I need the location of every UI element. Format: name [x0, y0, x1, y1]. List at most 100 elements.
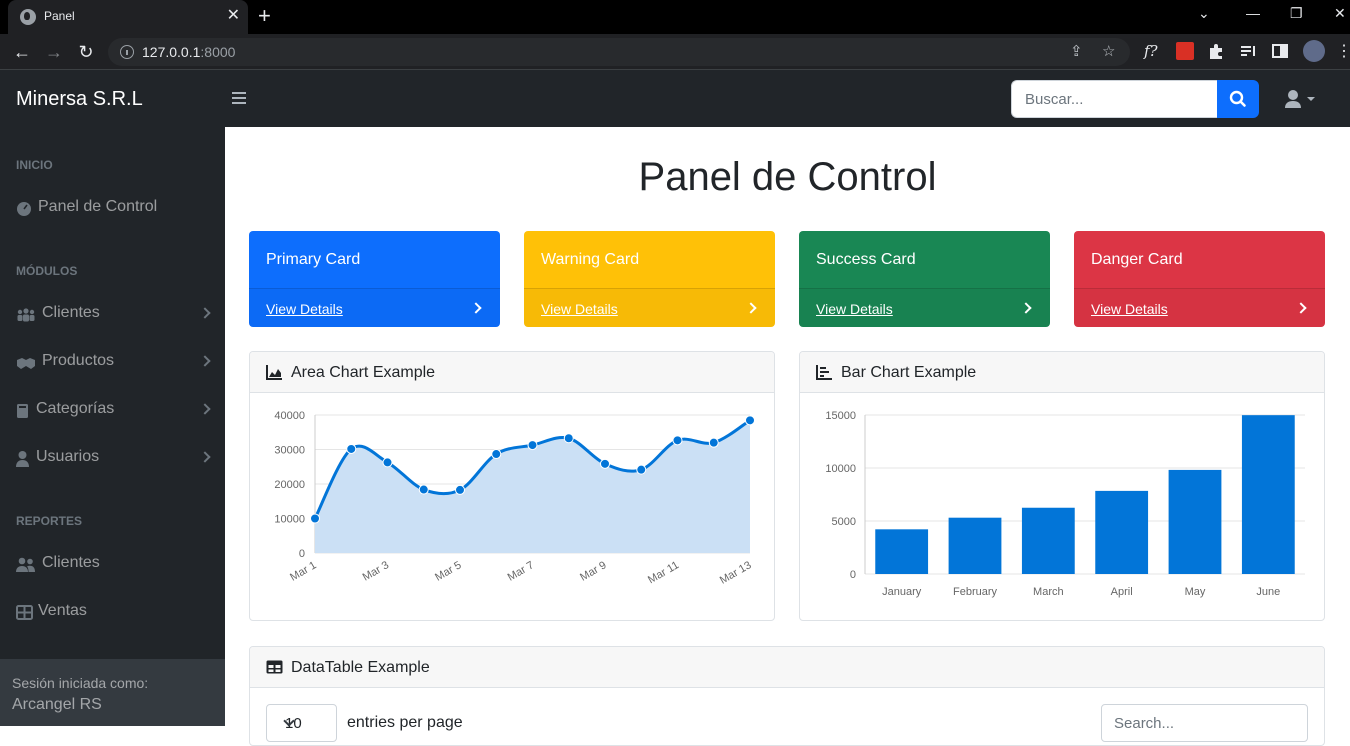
view-details-link[interactable]: View Details [1091, 301, 1168, 317]
restore-icon[interactable]: ❐ [1290, 5, 1303, 22]
mendeley-extension-icon[interactable] [1176, 42, 1194, 60]
user-icon [16, 451, 29, 467]
search-icon [1229, 90, 1246, 107]
browser-tab[interactable]: Panel ✕ [8, 0, 248, 34]
x-tick-label: Mar 13 [718, 559, 754, 587]
sidebar-item-panel-de-control[interactable]: Panel de Control [0, 189, 225, 229]
back-icon[interactable]: ← [10, 40, 34, 64]
data-point [310, 513, 320, 524]
reading-list-icon[interactable] [1239, 42, 1257, 60]
url-host: 127.0.0.1 [142, 44, 201, 60]
sidebar-item-ventas[interactable]: Ventas [0, 593, 225, 633]
browser-tab-strip: Panel ✕ + ⌄ — ❐ ✕ [0, 0, 1350, 34]
user-icon [1285, 90, 1315, 108]
view-details-link[interactable]: View Details [816, 301, 893, 317]
card-header: Area Chart Example [250, 352, 774, 393]
bar-chart-icon [816, 365, 832, 380]
browser-menu-icon[interactable]: ⋮ [1332, 40, 1350, 64]
user-menu-button[interactable] [1284, 89, 1320, 111]
sidebar-heading-inicio: INICIO [16, 158, 53, 172]
search-input[interactable] [1011, 80, 1217, 118]
sidebar-item-usuarios[interactable]: Usuarios [0, 439, 225, 479]
chevron-right-icon [199, 451, 211, 463]
sidebar-item-productos[interactable]: Productos [0, 343, 225, 383]
card-footer: View Details [1074, 288, 1325, 327]
extensions-puzzle-icon[interactable] [1207, 42, 1225, 60]
data-point [491, 449, 502, 460]
sidebar-toggle-icon[interactable] [232, 92, 246, 104]
brand-name[interactable]: Minersa S.R.L [16, 88, 143, 111]
card-title: Danger Card [1091, 251, 1183, 268]
sidebar-heading-reportes: REPORTES [16, 514, 83, 528]
tab-search-chevron-icon[interactable]: ⌄ [1198, 5, 1210, 22]
handshake-icon [17, 358, 35, 369]
reload-icon[interactable]: ↻ [74, 40, 98, 64]
browser-toolbar: ← → ↻ 127.0.0.1:8000 ⇪ ☆ f? ⋮ [0, 34, 1350, 70]
entries-per-page-label: entries per page [347, 714, 463, 731]
site-info-icon[interactable] [120, 45, 134, 59]
sidebar-item-reporte-clientes[interactable]: Clientes [0, 545, 225, 585]
bar [1095, 490, 1149, 574]
card-title: Success Card [816, 251, 916, 268]
sidebar-heading-modulos: MÓDULOS [16, 264, 78, 278]
sidebar: INICIO Panel de Control MÓDULOS Clientes… [0, 127, 225, 726]
x-tick-label: Mar 1 [288, 559, 318, 583]
page-title: Panel de Control [638, 155, 937, 199]
y-tick-label: 10000 [274, 514, 305, 526]
minimize-icon[interactable]: — [1246, 5, 1260, 21]
chevron-right-icon[interactable] [470, 302, 482, 314]
data-point [382, 457, 393, 468]
sidebar-item-label: Clientes [42, 304, 100, 321]
close-tab-icon[interactable]: ✕ [227, 6, 240, 26]
x-tick-label: Mar 3 [361, 559, 391, 583]
data-point [636, 464, 647, 475]
chevron-right-icon [199, 307, 211, 319]
data-point [418, 484, 429, 495]
formula-extension-icon[interactable]: f? [1144, 42, 1162, 60]
chevron-right-icon[interactable] [745, 302, 757, 314]
sidebar-item-clientes[interactable]: Clientes [0, 295, 225, 335]
table-icon [16, 605, 33, 620]
search-button[interactable] [1217, 80, 1259, 118]
window-close-icon[interactable]: ✕ [1334, 5, 1346, 22]
entries-per-page-select[interactable]: 10 [266, 704, 337, 742]
view-details-link[interactable]: View Details [266, 301, 343, 317]
data-point [672, 435, 683, 446]
profile-avatar[interactable] [1303, 40, 1325, 62]
area-chart-title: Area Chart Example [291, 364, 436, 381]
sidebar-item-label: Productos [42, 352, 115, 369]
y-tick-label: 0 [850, 569, 856, 581]
share-icon[interactable]: ⇪ [1070, 42, 1083, 60]
warning-card: Warning Card View Details [524, 231, 775, 327]
chevron-right-icon [199, 403, 211, 415]
main-content: Panel de Control Primary Card View Detai… [225, 127, 1350, 746]
bar-chart-title: Bar Chart Example [841, 364, 977, 381]
x-tick-label: Mar 11 [646, 559, 681, 586]
new-tab-icon[interactable]: + [258, 4, 271, 28]
forward-icon[interactable]: → [42, 40, 66, 64]
side-panel-icon[interactable] [1271, 42, 1289, 60]
x-tick-label: February [953, 586, 998, 598]
y-tick-label: 5000 [832, 516, 856, 528]
chevron-right-icon[interactable] [1295, 302, 1307, 314]
view-details-link[interactable]: View Details [541, 301, 618, 317]
address-bar[interactable]: 127.0.0.1:8000 ⇪ ☆ [108, 38, 1130, 66]
card-header: DataTable Example [250, 647, 1324, 688]
sidebar-item-categorias[interactable]: Categorías [0, 391, 225, 431]
bookmark-star-icon[interactable]: ☆ [1102, 42, 1115, 60]
datatable-search-input[interactable] [1101, 704, 1308, 742]
data-point [600, 458, 610, 469]
chevron-down-icon [1307, 97, 1315, 101]
chevron-right-icon[interactable] [1020, 302, 1032, 314]
gauge-icon [17, 202, 31, 216]
data-point [455, 484, 465, 495]
card-header: Bar Chart Example [800, 352, 1324, 393]
chevron-right-icon [199, 355, 211, 367]
bar [948, 517, 1002, 574]
danger-card: Danger Card View Details [1074, 231, 1325, 327]
bar [875, 529, 929, 574]
table-icon [266, 660, 283, 674]
datatable-card: DataTable Example 10 entries per page [249, 646, 1325, 746]
card-body: Success Card [799, 231, 1050, 288]
area-chart-icon [266, 365, 282, 380]
